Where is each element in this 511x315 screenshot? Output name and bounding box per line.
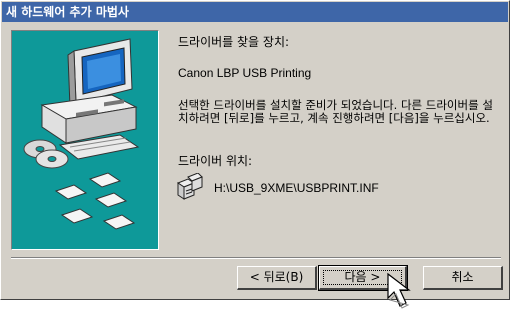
button-separator [11,257,501,259]
device-label: 드라이버를 찾을 장치: [178,35,290,49]
computer-icon [40,38,140,160]
next-button-label: 다음 > [344,270,381,284]
wizard-window: 새 하드웨어 추가 마법사 드라이버를 찾을 장치: Canon LBP USB… [0,0,510,300]
computer-illustration [23,38,140,230]
driver-path: H:\USB_9XME\USBPRINT.INF [214,181,379,195]
driver-location-label: 드라이버 위치: [178,154,253,168]
pointer-cursor-icon [387,272,411,309]
cancel-button[interactable]: 취소 [423,266,503,290]
instruction-text: 선택한 드라이버를 설치할 준비가 되었습니다. 다른 드라이버를 설치하려면 … [178,98,493,125]
window-title: 새 하드웨어 추가 마법사 [6,5,129,19]
back-button[interactable]: < 뒤로(B) [237,266,317,290]
cd-icon [23,139,69,169]
back-button-label: < 뒤로(B) [249,270,304,284]
device-name: Canon LBP USB Printing [178,66,312,80]
title-bar[interactable]: 새 하드웨어 추가 마법사 [2,2,508,22]
driver-file-icon [176,173,203,200]
wizard-illustration-panel [11,30,159,250]
floppy-icon [54,172,136,230]
cancel-button-label: 취소 [451,270,474,284]
